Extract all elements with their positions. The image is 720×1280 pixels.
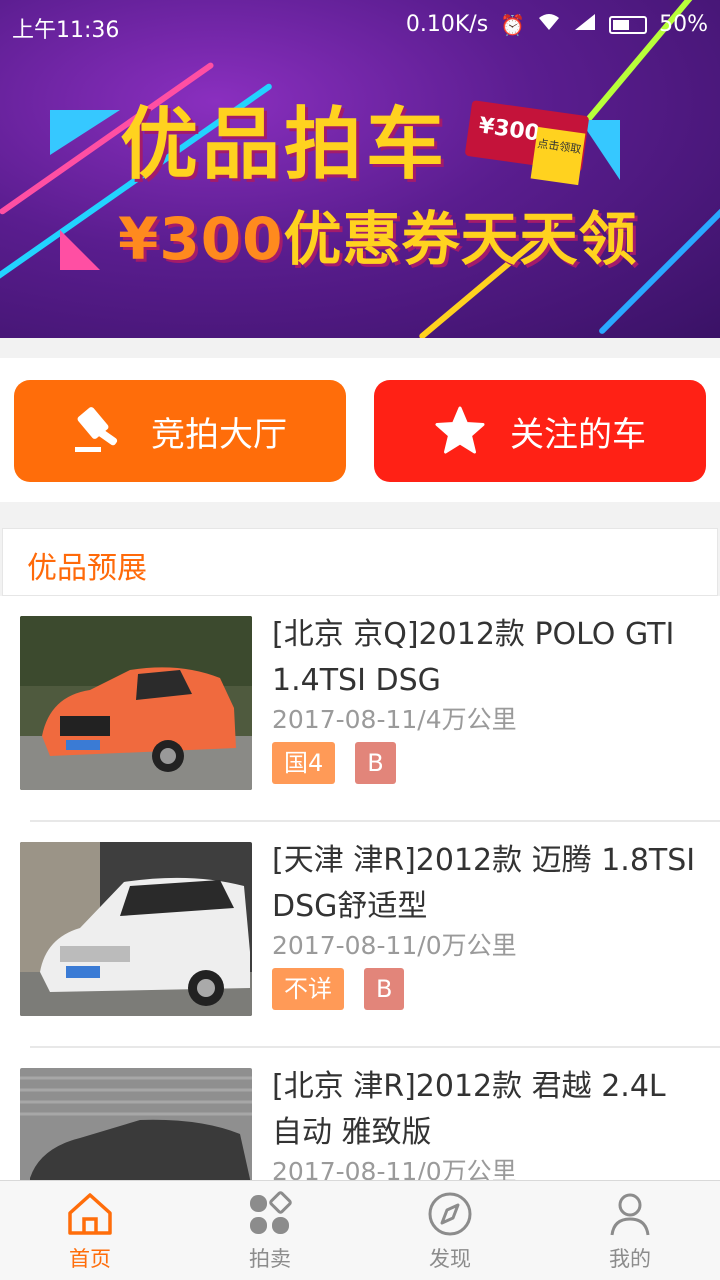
emission-badge: 不详 [272,968,344,1010]
user-icon [610,1193,650,1236]
listing-title: [天津 津R]2012款 迈腾 1.8TSI DSG舒适型 [272,843,696,924]
tab-home[interactable]: 首页 [0,1181,180,1280]
bottom-tab-bar: 首页 拍卖 发现 我的 [0,1180,720,1280]
compass-icon [428,1192,472,1236]
app-screen: 优品拍车 ¥300优惠券天天领 ¥300 点击领取 上午11:36 0.10K/… [0,0,720,1280]
car-photo [20,616,252,790]
grade-badge: B [364,968,405,1010]
tab-discover[interactable]: 发现 [360,1181,540,1280]
listing-tags: 不详 B [272,968,405,1010]
battery-icon [609,15,648,34]
tab-discover-label: 发现 [429,1247,471,1271]
banner-subtitle-text: 优惠券天天领 [283,205,638,273]
gavel-icon [73,405,127,457]
followed-cars-button[interactable]: 关注的车 [374,380,706,482]
listing-title: [北京 津R]2012款 君越 2.4L 自动 雅致版 [272,1069,666,1150]
coupon-claim-tag: 点击领取 [530,126,586,186]
followed-cars-label: 关注的车 [510,414,646,455]
banner-decoration [60,230,100,270]
auction-hall-label: 竞拍大厅 [151,414,287,455]
coupon-amount: ¥300 [477,113,542,147]
listing-title: [北京 京Q]2012款 POLO GTI 1.4TSI DSG [272,617,675,698]
listing-tags: 国4 B [272,742,396,784]
alarm-icon: ⏰ [500,12,526,37]
car-listing-list: [北京 京Q]2012款 POLO GTI 1.4TSI DSG 2017-08… [0,596,720,1180]
status-time: 上午11:36 [12,18,120,43]
network-speed: 0.10K/s [405,12,489,37]
status-right: 0.10K/s ⏰ 50% [406,12,708,37]
list-item[interactable]: [天津 津R]2012款 迈腾 1.8TSI DSG舒适型 2017-08-11… [0,822,720,1048]
banner-subtitle: ¥300优惠券天天领 [118,192,637,276]
battery-percent: 50% [659,12,708,37]
list-item[interactable]: [北京 津R]2012款 君越 2.4L 自动 雅致版 2017-08-11/0… [0,1048,720,1180]
grade-badge: B [355,742,396,784]
car-photo [20,842,252,1016]
home-icon [68,1193,112,1235]
status-bar: 上午11:36 0.10K/s ⏰ 50% [0,0,720,50]
promo-banner[interactable]: 优品拍车 ¥300优惠券天天领 ¥300 点击领取 [0,0,720,338]
grid-apps-icon [250,1191,292,1234]
car-photo [20,1068,252,1180]
section-title: 优品预展 [27,551,147,586]
star-icon [434,406,486,456]
wifi-icon [537,12,561,37]
tab-home-label: 首页 [69,1247,111,1271]
listing-meta: 2017-08-11/0万公里 [272,931,517,960]
tab-mine[interactable]: 我的 [540,1181,720,1280]
banner-title: 优品拍车 [120,100,449,190]
banner-coupon-value: ¥300 [118,205,284,273]
tab-auction[interactable]: 拍卖 [180,1181,360,1280]
signal-icon [573,12,597,37]
section-header: 优品预展 [2,528,718,596]
listing-meta: 2017-08-11/0万公里 [272,1157,517,1180]
listing-meta: 2017-08-11/4万公里 [272,705,517,734]
emission-badge: 国4 [272,742,336,784]
tab-mine-label: 我的 [609,1247,651,1271]
tab-auction-label: 拍卖 [249,1247,291,1271]
banner-decoration [50,110,120,155]
list-item[interactable]: [北京 京Q]2012款 POLO GTI 1.4TSI DSG 2017-08… [0,596,720,822]
quick-actions: 竞拍大厅 关注的车 [0,358,720,502]
auction-hall-button[interactable]: 竞拍大厅 [14,380,346,482]
